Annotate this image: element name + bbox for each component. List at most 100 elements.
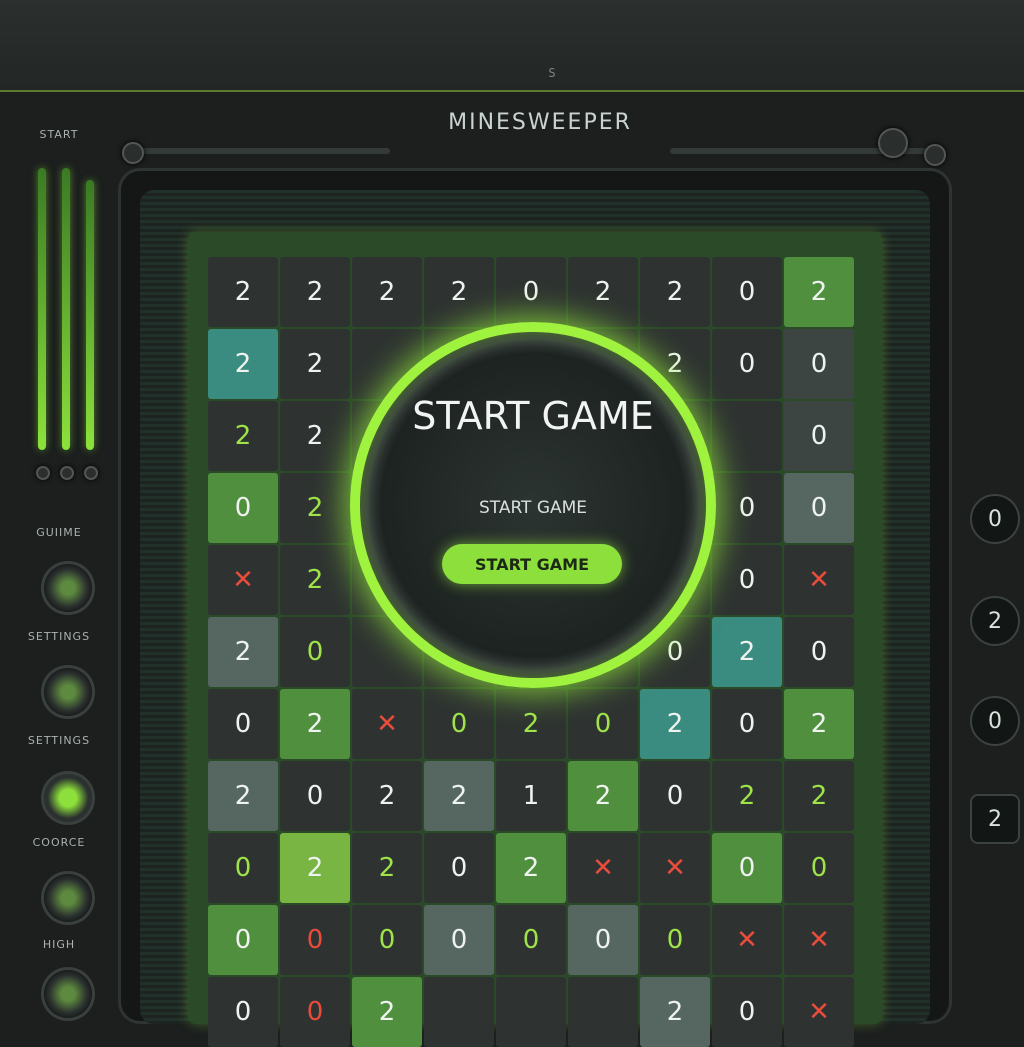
- grid-cell[interactable]: 2: [712, 761, 782, 831]
- game-label: GUIIME: [36, 526, 82, 539]
- dialog-title: START GAME: [412, 394, 654, 438]
- settings-button[interactable]: [44, 668, 92, 716]
- grid-cell[interactable]: 2: [496, 689, 566, 759]
- grid-cell[interactable]: 0: [280, 617, 350, 687]
- screw-icon: [924, 144, 946, 166]
- grid-cell[interactable]: 0: [424, 689, 494, 759]
- grid-cell[interactable]: 0: [280, 761, 350, 831]
- grid-cell[interactable]: 0: [424, 905, 494, 975]
- gear-icon[interactable]: [44, 564, 92, 612]
- grid-cell[interactable]: 2: [496, 833, 566, 903]
- grid-cell[interactable]: 0: [784, 401, 854, 471]
- right-panel-indicator: 2: [970, 596, 1020, 646]
- grid-cell[interactable]: ✕: [208, 545, 278, 615]
- grid-cell[interactable]: 0: [784, 833, 854, 903]
- grid-cell[interactable]: 0: [712, 977, 782, 1047]
- grid-cell[interactable]: 2: [280, 257, 350, 327]
- grid-cell[interactable]: 2: [208, 257, 278, 327]
- grid-cell[interactable]: 0: [208, 689, 278, 759]
- grid-cell[interactable]: 2: [640, 257, 710, 327]
- app-icon: S: [548, 66, 556, 80]
- grid-cell[interactable]: 0: [496, 905, 566, 975]
- grid-cell[interactable]: 0: [208, 905, 278, 975]
- screw-icon: [122, 142, 144, 164]
- grid-cell[interactable]: 2: [784, 761, 854, 831]
- high-score-button[interactable]: [44, 970, 92, 1018]
- level-bar: [62, 168, 70, 450]
- grid-cell[interactable]: 0: [280, 905, 350, 975]
- grid-cell[interactable]: 0: [208, 977, 278, 1047]
- grid-cell[interactable]: 0: [352, 905, 422, 975]
- grid-cell[interactable]: 2: [568, 257, 638, 327]
- grid-cell[interactable]: 0: [208, 833, 278, 903]
- grid-cell[interactable]: ✕: [568, 833, 638, 903]
- settings-label: SETTINGS: [27, 630, 91, 643]
- grid-cell[interactable]: 2: [208, 401, 278, 471]
- grid-cell[interactable]: 0: [712, 257, 782, 327]
- settings-label: SETTINGS: [27, 734, 91, 747]
- grid-cell[interactable]: 2: [712, 617, 782, 687]
- grid-cell[interactable]: 2: [784, 689, 854, 759]
- grid-cell[interactable]: 2: [568, 761, 638, 831]
- grid-cell[interactable]: ✕: [784, 905, 854, 975]
- grid-cell[interactable]: 2: [424, 257, 494, 327]
- grid-cell[interactable]: ✕: [784, 545, 854, 615]
- grid-cell[interactable]: 2: [280, 689, 350, 759]
- high-label: HIGH: [42, 938, 76, 951]
- right-panel-indicator: 0: [970, 696, 1020, 746]
- grid-cell[interactable]: 0: [784, 617, 854, 687]
- location-icon[interactable]: [44, 774, 92, 822]
- grid-cell[interactable]: 2: [424, 761, 494, 831]
- left-sidebar: START GUIIME SETTINGS SETTINGS COORCE HI…: [0, 100, 118, 1024]
- start-game-button[interactable]: START GAME: [442, 544, 622, 584]
- grid-cell[interactable]: ✕: [352, 689, 422, 759]
- grid-cell[interactable]: [424, 977, 494, 1047]
- right-panel-indicator: 2: [970, 794, 1020, 844]
- grid-cell[interactable]: 2: [208, 617, 278, 687]
- grid-cell[interactable]: 2: [280, 329, 350, 399]
- grid-cell[interactable]: 0: [712, 689, 782, 759]
- grid-cell[interactable]: [568, 977, 638, 1047]
- level-bar: [86, 180, 94, 450]
- grid-cell[interactable]: 2: [352, 833, 422, 903]
- grid-cell[interactable]: 0: [280, 977, 350, 1047]
- grid-cell[interactable]: 0: [424, 833, 494, 903]
- page-title: MINESWEEPER: [448, 110, 632, 135]
- grid-cell[interactable]: 0: [712, 545, 782, 615]
- grid-cell[interactable]: 0: [568, 905, 638, 975]
- grid-cell[interactable]: 2: [208, 329, 278, 399]
- grid-cell[interactable]: 1: [496, 761, 566, 831]
- grid-cell[interactable]: 2: [784, 257, 854, 327]
- grid-cell[interactable]: 0: [712, 329, 782, 399]
- grid-cell[interactable]: ✕: [640, 833, 710, 903]
- start-dialog: START GAME START GAME START GAME: [350, 322, 716, 688]
- grid-cell[interactable]: 0: [640, 905, 710, 975]
- grid-cell[interactable]: 0: [496, 257, 566, 327]
- grid-cell[interactable]: 0: [208, 473, 278, 543]
- grid-cell[interactable]: [712, 401, 782, 471]
- grid-cell[interactable]: 0: [784, 473, 854, 543]
- grid-cell[interactable]: 2: [352, 257, 422, 327]
- grid-cell[interactable]: 2: [352, 761, 422, 831]
- grid-cell[interactable]: 0: [568, 689, 638, 759]
- grid-cell[interactable]: 2: [280, 545, 350, 615]
- grid-cell[interactable]: 2: [280, 401, 350, 471]
- grid-cell[interactable]: 2: [280, 833, 350, 903]
- gear-icon[interactable]: [44, 874, 92, 922]
- start-label: START: [39, 128, 79, 141]
- grid-cell[interactable]: 0: [712, 473, 782, 543]
- header-rail-left: [140, 148, 390, 154]
- camera-icon: [878, 128, 908, 158]
- grid-cell[interactable]: [496, 977, 566, 1047]
- grid-cell[interactable]: 2: [640, 977, 710, 1047]
- grid-cell[interactable]: 2: [280, 473, 350, 543]
- grid-cell[interactable]: ✕: [784, 977, 854, 1047]
- grid-cell[interactable]: 2: [352, 977, 422, 1047]
- level-bar: [38, 168, 46, 450]
- grid-cell[interactable]: 0: [784, 329, 854, 399]
- grid-cell[interactable]: 2: [208, 761, 278, 831]
- grid-cell[interactable]: 0: [640, 761, 710, 831]
- grid-cell[interactable]: ✕: [712, 905, 782, 975]
- grid-cell[interactable]: 2: [640, 689, 710, 759]
- grid-cell[interactable]: 0: [712, 833, 782, 903]
